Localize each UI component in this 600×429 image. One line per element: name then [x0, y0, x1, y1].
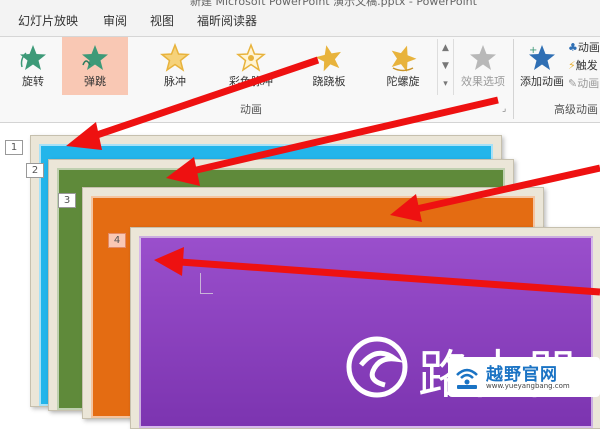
arrow-head-2 [166, 157, 200, 186]
arrow-head-4 [154, 247, 184, 276]
arrow-to-slide-4 [179, 258, 600, 296]
annotation-arrows [66, 56, 600, 296]
arrow-to-slide-3 [411, 164, 600, 214]
arrow-head-3 [390, 194, 422, 222]
arrow-to-slide-2 [187, 96, 499, 176]
arrow-to-slide-1 [86, 56, 320, 142]
arrow-head-1 [66, 122, 102, 150]
